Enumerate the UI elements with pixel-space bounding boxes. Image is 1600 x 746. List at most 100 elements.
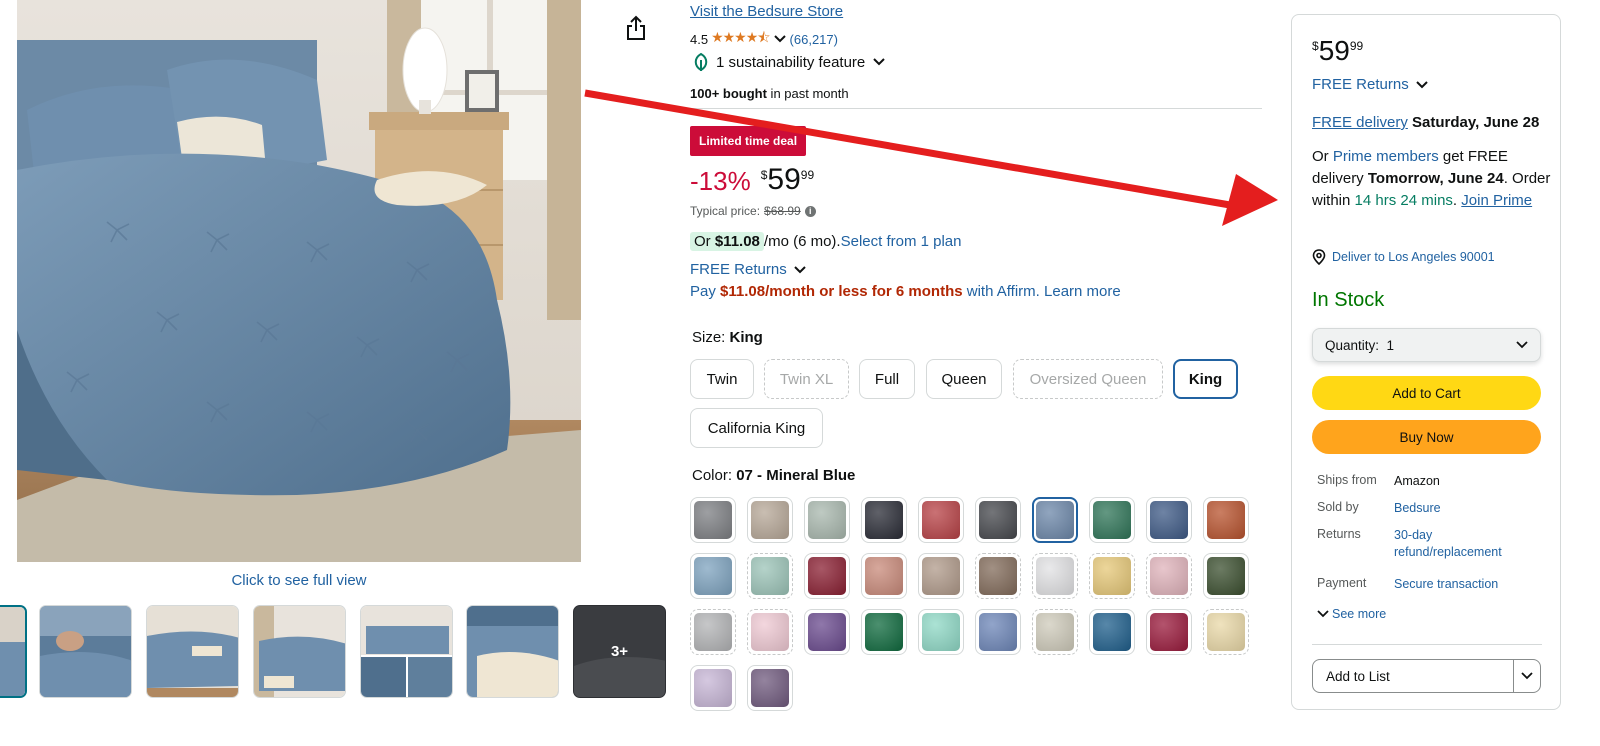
- color-swatch[interactable]: [1146, 497, 1192, 543]
- store-link[interactable]: Visit the Bedsure Store: [690, 3, 843, 20]
- color-swatch[interactable]: [918, 609, 964, 655]
- add-to-cart-button[interactable]: Add to Cart: [1312, 376, 1541, 410]
- rating-value: 4.5: [690, 31, 709, 47]
- see-more-link[interactable]: See more: [1317, 607, 1386, 621]
- info-icon[interactable]: i: [804, 205, 816, 217]
- color-swatch[interactable]: [804, 553, 850, 599]
- deal-badge: Limited time deal: [690, 126, 807, 156]
- color-swatch[interactable]: [861, 497, 907, 543]
- swatch-fill: [979, 557, 1017, 595]
- swatch-fill: [1207, 501, 1245, 539]
- size-option-california-king[interactable]: California King: [690, 408, 823, 448]
- rating-row: 4.5 ★★★★⯪ (66,217): [690, 27, 838, 51]
- color-swatch[interactable]: [804, 497, 850, 543]
- swatch-fill: [751, 613, 789, 651]
- thumbnail[interactable]: [360, 605, 453, 698]
- color-swatch[interactable]: [1203, 553, 1249, 599]
- swatch-fill: [922, 557, 960, 595]
- size-option-oversized-queen[interactable]: Oversized Queen: [1013, 359, 1163, 399]
- color-swatch[interactable]: [1032, 497, 1078, 543]
- color-swatch[interactable]: [975, 553, 1021, 599]
- swatch-fill: [751, 501, 789, 539]
- color-swatch[interactable]: [1203, 609, 1249, 655]
- thumbnail[interactable]: [39, 605, 132, 698]
- buy-now-button[interactable]: Buy Now: [1312, 420, 1541, 454]
- swatch-fill: [808, 501, 846, 539]
- detail-key: Returns: [1317, 527, 1361, 541]
- thumbnail[interactable]: [0, 605, 27, 698]
- quantity-select[interactable]: Quantity: 1: [1312, 328, 1541, 362]
- chevron-down-icon: [1317, 610, 1329, 618]
- star-rating-icon[interactable]: ★★★★⯪: [711, 27, 770, 51]
- color-swatch[interactable]: [747, 609, 793, 655]
- color-swatch[interactable]: [690, 553, 736, 599]
- free-delivery-link[interactable]: FREE delivery: [1312, 114, 1408, 131]
- color-swatch[interactable]: [975, 497, 1021, 543]
- affirm-offer: Pay $11.08/month or less for 6 months wi…: [690, 283, 1121, 300]
- size-option-queen[interactable]: Queen: [926, 359, 1002, 399]
- size-option-full[interactable]: Full: [859, 359, 915, 399]
- swatch-fill: [922, 613, 960, 651]
- color-swatch[interactable]: [918, 497, 964, 543]
- color-swatch[interactable]: [861, 553, 907, 599]
- color-swatch[interactable]: [690, 497, 736, 543]
- typical-price: Typical price: $68.99 i: [690, 204, 816, 218]
- swatch-fill: [808, 613, 846, 651]
- size-option-twin-xl[interactable]: Twin XL: [764, 359, 849, 399]
- order-countdown: 14 hrs 24 mins: [1354, 192, 1453, 209]
- divider: [690, 108, 1262, 109]
- location-pin-icon: [1312, 249, 1326, 265]
- full-view-link[interactable]: Click to see full view: [17, 572, 581, 589]
- color-swatch[interactable]: [747, 665, 793, 711]
- rating-count-link[interactable]: (66,217): [790, 32, 838, 47]
- thumbnail[interactable]: [466, 605, 559, 698]
- color-swatch[interactable]: [1203, 497, 1249, 543]
- seller-link[interactable]: Bedsure: [1394, 500, 1534, 517]
- color-swatch[interactable]: [1032, 609, 1078, 655]
- free-returns-link[interactable]: FREE Returns: [690, 261, 807, 278]
- currency-symbol: $: [760, 168, 768, 182]
- size-option-king[interactable]: King: [1173, 359, 1238, 399]
- swatch-fill: [1036, 557, 1074, 595]
- main-product-image[interactable]: [17, 0, 581, 562]
- thumbnail[interactable]: [146, 605, 239, 698]
- color-swatch[interactable]: [1146, 609, 1192, 655]
- prime-members-link[interactable]: Prime members: [1333, 148, 1439, 165]
- select-plan-link[interactable]: Select from 1 plan: [841, 233, 962, 250]
- chevron-down-icon[interactable]: [773, 34, 787, 44]
- secure-transaction-link[interactable]: Secure transaction: [1394, 576, 1534, 593]
- free-returns-link[interactable]: FREE Returns: [1312, 76, 1429, 93]
- selected-color: 07 - Mineral Blue: [736, 467, 856, 484]
- color-swatch[interactable]: [747, 497, 793, 543]
- thumbnail-more[interactable]: 3+: [573, 605, 666, 698]
- color-swatch[interactable]: [1089, 553, 1135, 599]
- prime-delivery-info: Or Prime members get FREE delivery Tomor…: [1312, 148, 1551, 209]
- color-swatch[interactable]: [861, 609, 907, 655]
- thumbnail[interactable]: [253, 605, 346, 698]
- add-to-list-dropdown[interactable]: [1513, 660, 1540, 692]
- color-swatch[interactable]: [975, 609, 1021, 655]
- swatch-fill: [1036, 613, 1074, 651]
- add-to-list-button[interactable]: Add to List: [1312, 659, 1541, 693]
- color-swatch[interactable]: [804, 609, 850, 655]
- color-swatch[interactable]: [1089, 497, 1135, 543]
- color-swatch[interactable]: [1032, 553, 1078, 599]
- bought-count: 100+ bought in past month: [690, 86, 849, 101]
- size-option-twin[interactable]: Twin: [690, 359, 754, 399]
- share-icon[interactable]: [624, 15, 648, 41]
- color-swatch[interactable]: [690, 665, 736, 711]
- chevron-down-icon[interactable]: [871, 57, 887, 67]
- deliver-to-link[interactable]: Deliver to Los Angeles 90001: [1312, 249, 1495, 265]
- color-swatch[interactable]: [747, 553, 793, 599]
- join-prime-link[interactable]: Join Prime: [1461, 192, 1532, 209]
- color-swatch[interactable]: [918, 553, 964, 599]
- returns-policy-link[interactable]: 30-day refund/replacement: [1394, 527, 1534, 561]
- color-swatch[interactable]: [1089, 609, 1135, 655]
- learn-more-link[interactable]: Learn more: [1044, 283, 1121, 300]
- color-swatch[interactable]: [690, 609, 736, 655]
- size-label: Size: King: [692, 329, 763, 346]
- delivery-date: Saturday, June 28: [1407, 114, 1540, 131]
- sustainability-row[interactable]: 1 sustainability feature: [692, 52, 887, 72]
- swatch-fill: [865, 557, 903, 595]
- color-swatch[interactable]: [1146, 553, 1192, 599]
